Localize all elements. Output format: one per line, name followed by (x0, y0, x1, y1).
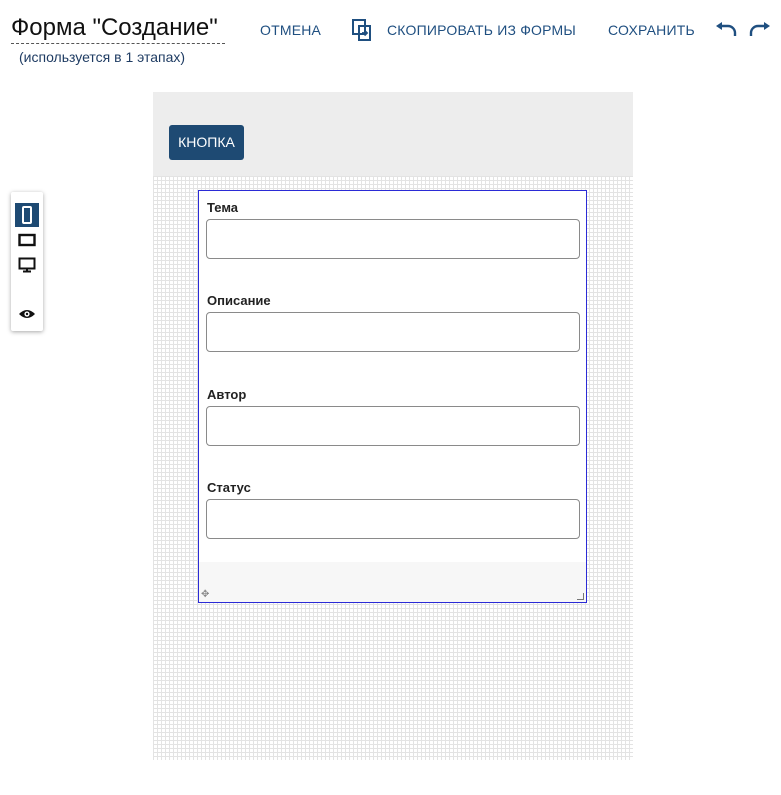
field-input-topic[interactable] (206, 219, 580, 259)
form-fields-frame[interactable]: Тема Описание Автор Статус ✥ (198, 190, 587, 603)
resize-handle-icon[interactable] (577, 593, 584, 600)
desktop-view-button[interactable] (15, 253, 39, 277)
desktop-icon (18, 257, 36, 273)
copy-icon[interactable] (351, 18, 373, 42)
copy-from-form-button[interactable]: СКОПИРОВАТЬ ИЗ ФОРМЫ (387, 20, 576, 40)
form-title-input[interactable]: Форма "Создание" (11, 13, 225, 44)
cancel-button[interactable]: ОТМЕНА (260, 20, 321, 40)
view-switcher-panel (11, 192, 43, 331)
redo-icon[interactable] (748, 22, 772, 38)
field-label-status: Статус (207, 480, 251, 495)
undo-icon[interactable] (714, 22, 738, 38)
tablet-view-button[interactable] (15, 228, 39, 252)
form-usage-subtitle: (используется в 1 этапах) (19, 49, 186, 65)
move-handle-icon[interactable]: ✥ (201, 590, 209, 600)
save-button[interactable]: СОХРАНИТЬ (608, 20, 695, 40)
field-label-author: Автор (207, 387, 247, 402)
eye-icon (19, 310, 35, 318)
canvas-header-band: КНОПКА (153, 92, 633, 176)
field-input-description[interactable] (206, 312, 580, 352)
preview-button[interactable] (15, 302, 39, 326)
form-frame-footer (199, 562, 586, 602)
phone-view-button[interactable] (15, 203, 39, 227)
field-label-topic: Тема (207, 200, 239, 215)
field-input-status[interactable] (206, 499, 580, 539)
form-action-button[interactable]: КНОПКА (169, 125, 244, 160)
phone-icon (22, 206, 32, 224)
tablet-icon (18, 233, 36, 247)
field-label-description: Описание (207, 293, 271, 308)
form-design-canvas[interactable]: КНОПКА Тема Описание Автор Статус ✥ (153, 92, 633, 760)
field-input-author[interactable] (206, 406, 580, 446)
